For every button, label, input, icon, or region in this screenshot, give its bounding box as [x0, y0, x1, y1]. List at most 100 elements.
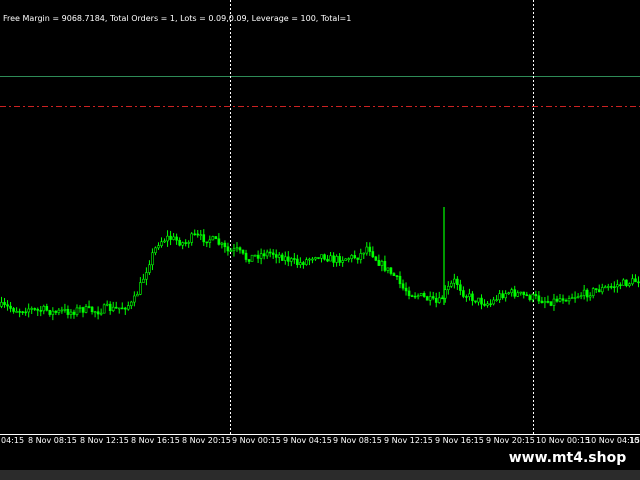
candle — [350, 254, 353, 263]
candle — [613, 281, 616, 293]
candle — [495, 295, 498, 302]
candle — [341, 256, 344, 267]
candle — [549, 301, 553, 307]
candle — [622, 278, 625, 286]
candle — [431, 291, 435, 301]
candle — [522, 291, 526, 299]
time-tick-label: 9 Nov 00:15 — [232, 436, 281, 445]
candle — [178, 237, 181, 247]
candle — [492, 296, 495, 306]
candle — [48, 309, 52, 317]
candle — [305, 257, 308, 266]
candle — [582, 284, 586, 300]
candle — [117, 307, 121, 314]
candle — [317, 257, 320, 260]
candle — [311, 256, 314, 264]
candle — [558, 294, 562, 303]
candle — [501, 290, 504, 300]
candle — [157, 242, 160, 250]
candle — [142, 273, 145, 283]
candle — [181, 241, 184, 250]
candle — [166, 230, 169, 247]
candle — [594, 288, 598, 294]
candle — [196, 230, 200, 238]
candle — [148, 260, 151, 276]
candle — [404, 282, 408, 296]
candle — [208, 235, 212, 248]
candle — [413, 292, 417, 299]
candle — [108, 301, 112, 315]
candle — [163, 238, 166, 243]
candle — [24, 307, 27, 316]
candle — [428, 291, 432, 306]
candle — [425, 295, 429, 301]
candle — [600, 283, 604, 295]
time-tick-label: 9 Nov 16:15 — [435, 436, 484, 445]
candle — [75, 304, 79, 317]
candle — [27, 303, 30, 318]
candle — [72, 309, 76, 319]
candle — [280, 252, 284, 261]
candle — [579, 292, 583, 300]
candle — [114, 301, 118, 309]
time-tick-label: 9 Nov 08:15 — [333, 436, 382, 445]
time-tick-label: 9 Nov 04:15 — [283, 436, 332, 445]
candle — [534, 290, 538, 300]
candle — [555, 295, 559, 303]
candle — [416, 293, 420, 300]
candle — [314, 256, 317, 261]
candle — [471, 291, 474, 306]
candle — [631, 274, 634, 286]
candle — [256, 250, 260, 263]
candle — [54, 310, 58, 315]
candle — [628, 282, 631, 288]
candle — [434, 292, 438, 308]
candle — [123, 306, 127, 315]
candle — [145, 267, 148, 286]
candle — [637, 276, 640, 288]
candle — [214, 236, 218, 240]
candle — [486, 301, 489, 308]
candle — [30, 306, 33, 315]
candle — [383, 255, 387, 273]
candle — [513, 285, 517, 299]
candle — [332, 252, 335, 267]
candle — [510, 287, 513, 297]
candle — [483, 299, 486, 307]
candle — [368, 242, 372, 256]
candle — [308, 257, 311, 266]
candle — [211, 235, 215, 241]
candle — [120, 302, 124, 310]
candle — [175, 233, 178, 245]
candle — [42, 304, 46, 315]
candle — [271, 249, 275, 259]
candle — [422, 291, 426, 298]
candle — [634, 274, 637, 283]
candle — [329, 252, 332, 262]
candle — [238, 246, 242, 254]
scrollbar-strip[interactable] — [0, 470, 640, 480]
candle — [392, 272, 396, 276]
candle — [187, 240, 190, 248]
candle — [561, 294, 565, 304]
candle — [564, 298, 568, 302]
candle — [283, 251, 287, 265]
candle — [78, 305, 82, 313]
candle — [365, 242, 369, 256]
candle — [474, 300, 477, 304]
candle — [386, 267, 390, 274]
candle — [262, 249, 266, 260]
candle — [326, 255, 329, 263]
candle — [395, 275, 399, 280]
candle — [537, 291, 541, 304]
candle — [69, 309, 73, 319]
chart-canvas[interactable] — [0, 0, 640, 480]
candle — [93, 310, 97, 318]
candle — [468, 288, 471, 301]
candle — [507, 291, 510, 295]
chart-window[interactable]: Free Margin = 9068.7184, Total Orders = … — [0, 0, 640, 480]
candle — [591, 287, 595, 299]
candle — [616, 279, 619, 293]
candle — [603, 285, 607, 289]
candle — [51, 307, 55, 321]
